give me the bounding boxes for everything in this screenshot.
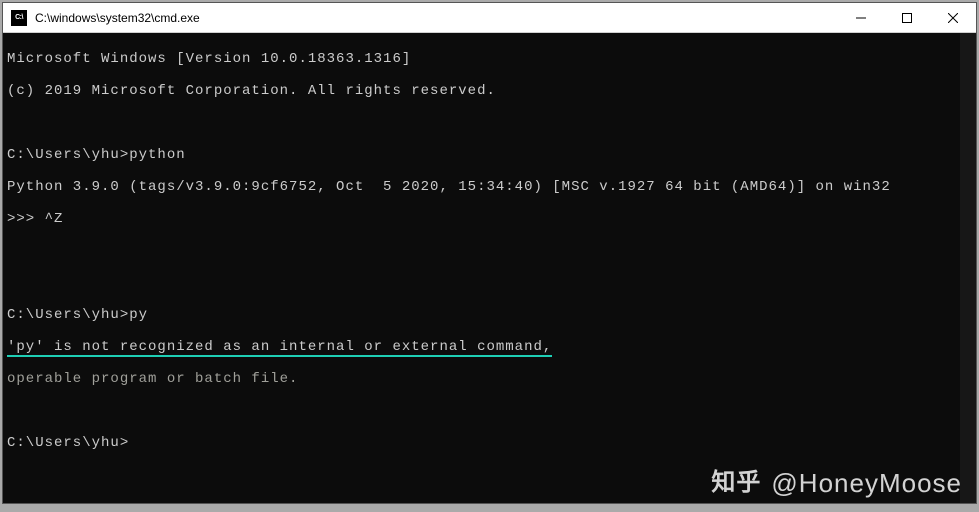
output-blank: [7, 243, 972, 259]
output-blank: [7, 275, 972, 291]
output-line: Microsoft Windows [Version 10.0.18363.13…: [7, 51, 972, 67]
prompt: C:\Users\yhu>: [7, 435, 129, 451]
error-line: 'py' is not recognized as an internal or…: [7, 339, 972, 355]
prompt: C:\Users\yhu>: [7, 307, 129, 323]
prompt-line: C:\Users\yhu>py: [7, 307, 972, 323]
window-controls: [838, 3, 976, 32]
output-blank: [7, 115, 972, 131]
close-button[interactable]: [930, 3, 976, 32]
window-title: C:\windows\system32\cmd.exe: [35, 11, 838, 25]
watermark: 知乎 @HoneyMoose: [711, 475, 962, 491]
error-line: operable program or batch file.: [7, 371, 972, 387]
python-prompt: >>>: [7, 211, 45, 227]
prompt-line: C:\Users\yhu>: [7, 435, 972, 451]
titlebar[interactable]: C:\ C:\windows\system32\cmd.exe: [3, 3, 976, 33]
typed-command: python: [129, 147, 185, 163]
prompt: C:\Users\yhu>: [7, 147, 129, 163]
scrollbar[interactable]: [960, 33, 976, 503]
cmd-icon-label: C:\: [15, 14, 23, 21]
typed-command: py: [129, 307, 148, 323]
close-icon: [948, 13, 958, 23]
typed-command: ^Z: [45, 211, 64, 227]
watermark-logo: 知乎: [711, 475, 761, 491]
cmd-icon: C:\: [11, 10, 27, 26]
cmd-window: C:\ C:\windows\system32\cmd.exe Microsof…: [2, 2, 977, 504]
python-prompt-line: >>> ^Z: [7, 211, 972, 227]
highlighted-error: 'py' is not recognized as an internal or…: [7, 339, 552, 357]
output-line: Python 3.9.0 (tags/v3.9.0:9cf6752, Oct 5…: [7, 179, 972, 195]
maximize-button[interactable]: [884, 3, 930, 32]
terminal-output[interactable]: Microsoft Windows [Version 10.0.18363.13…: [3, 33, 976, 503]
maximize-icon: [902, 13, 912, 23]
output-line: (c) 2019 Microsoft Corporation. All righ…: [7, 83, 972, 99]
watermark-handle: @HoneyMoose: [771, 475, 962, 491]
scrollbar-thumb[interactable]: [960, 33, 976, 503]
prompt-line: C:\Users\yhu>python: [7, 147, 972, 163]
output-blank: [7, 403, 972, 419]
minimize-icon: [856, 13, 866, 23]
minimize-button[interactable]: [838, 3, 884, 32]
